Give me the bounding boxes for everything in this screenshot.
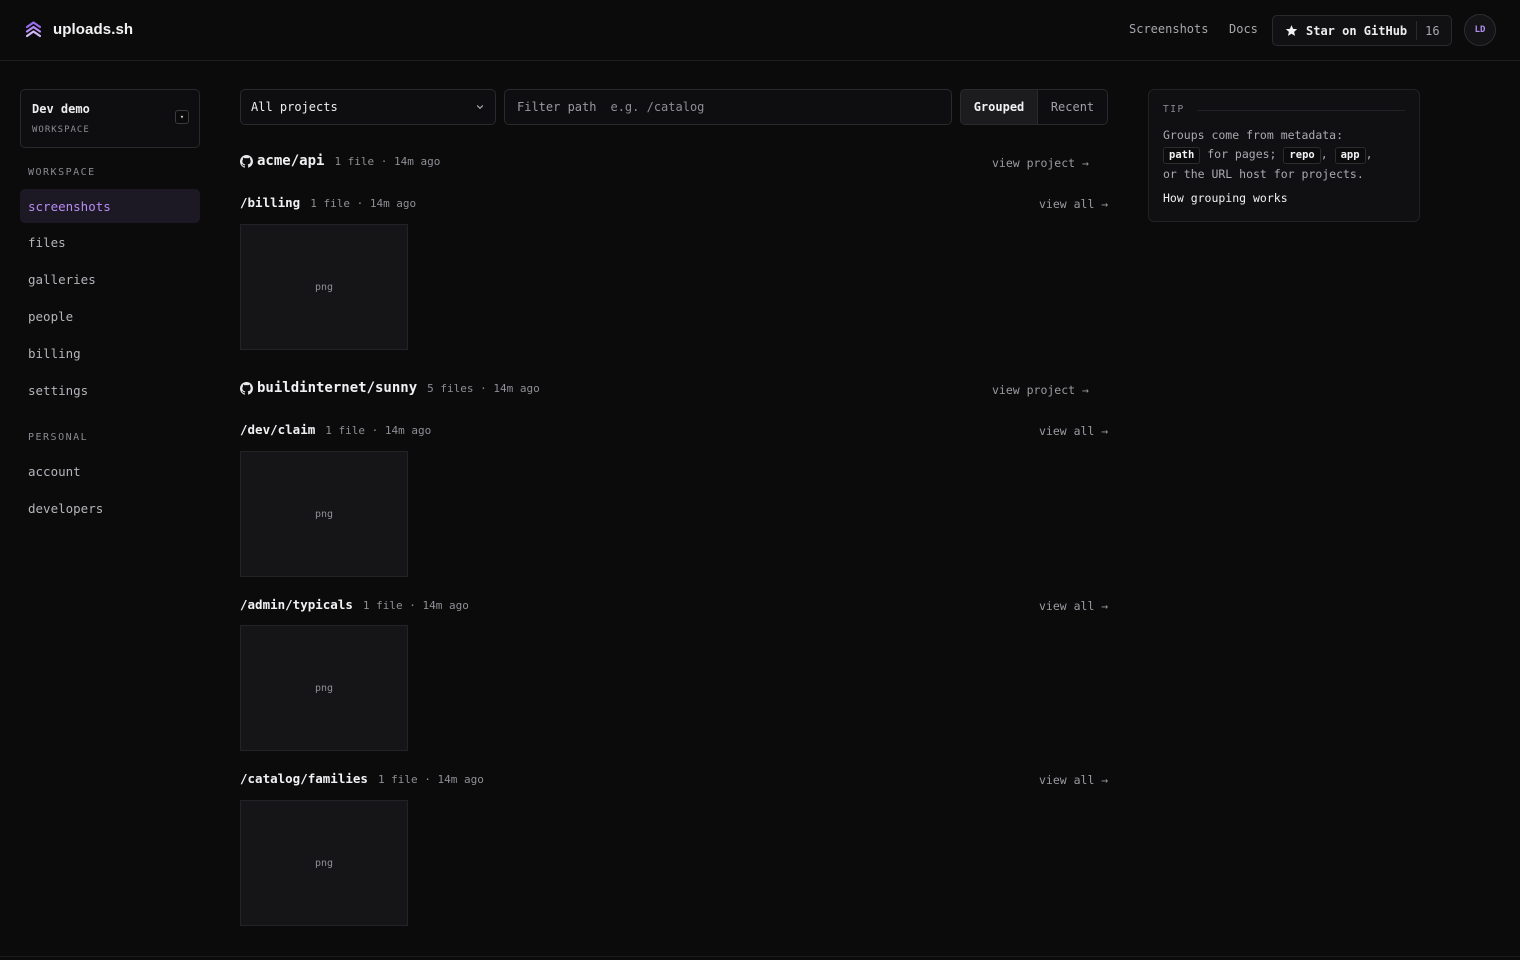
user-avatar[interactable]: LD — [1464, 14, 1496, 46]
view-project-link[interactable]: view project → — [992, 156, 1089, 170]
tip-divider — [1197, 110, 1405, 111]
brand[interactable]: uploads.sh — [24, 19, 133, 39]
workspace-type: WORKSPACE — [32, 125, 90, 135]
filter-path-field[interactable]: Filter path — [504, 89, 952, 125]
nav-screenshots-link[interactable]: Screenshots — [1129, 22, 1208, 36]
screenshot-thumbnail[interactable]: png — [240, 800, 408, 926]
screenshot-thumbnail[interactable]: png — [240, 625, 408, 751]
app-name: uploads.sh — [53, 20, 134, 38]
star-on-github-label: Star on GitHub — [1306, 23, 1408, 38]
view-all-link[interactable]: view all → — [1039, 197, 1108, 211]
workspace-switcher[interactable]: Dev demo WORKSPACE ▾ — [20, 89, 200, 148]
path-name[interactable]: /dev/claim — [240, 422, 315, 437]
tip-text: or the URL host for projects. — [1163, 167, 1364, 181]
view-project-link[interactable]: view project → — [992, 383, 1089, 397]
github-star-count: 16 — [1425, 23, 1440, 38]
path-meta: 1 file · 14m ago — [362, 599, 469, 612]
bottom-divider — [0, 956, 1520, 957]
recent-view-button[interactable]: Recent — [1038, 90, 1107, 124]
path-group-header: /billing 1 file · 14m ago — [240, 195, 416, 210]
view-all-link[interactable]: view all → — [1039, 599, 1108, 613]
star-on-github-button[interactable]: Star on GitHub 16 — [1272, 15, 1452, 46]
tip-comma: , — [1320, 147, 1328, 161]
sidebar-item-developers[interactable]: developers — [20, 491, 200, 525]
chevron-down-icon — [476, 105, 484, 110]
project-select[interactable]: All projects — [240, 89, 496, 125]
sidebar-item-galleries[interactable]: galleries — [20, 262, 200, 296]
grouped-view-button[interactable]: Grouped — [961, 90, 1038, 124]
project-meta: 5 files · 14m ago — [427, 382, 540, 395]
code-repo: repo — [1283, 147, 1321, 164]
path-group-header: /catalog/families 1 file · 14m ago — [240, 771, 484, 786]
project-header: buildinternet/sunny 5 files · 14m ago — [240, 380, 540, 396]
screenshot-thumbnail[interactable]: png — [240, 224, 408, 350]
sidebar-item-people[interactable]: people — [20, 299, 200, 333]
path-meta: 1 file · 14m ago — [325, 424, 432, 437]
sidebar-item-account[interactable]: account — [20, 454, 200, 488]
tip-card: TIP Groups come from metadata: path for … — [1148, 89, 1420, 222]
filter-path-label: Filter path — [517, 100, 597, 114]
top-bar: uploads.sh Screenshots Docs Star on GitH… — [0, 0, 1520, 61]
path-meta: 1 file · 14m ago — [377, 773, 484, 786]
nav-docs-link[interactable]: Docs — [1229, 22, 1258, 36]
view-all-link[interactable]: view all → — [1039, 773, 1108, 787]
sidebar-item-files[interactable]: files — [20, 225, 200, 259]
tip-text: Groups come from metadata: — [1163, 128, 1344, 142]
sidebar-section-personal: PERSONAL — [28, 432, 89, 443]
project-header: acme/api 1 file · 14m ago — [240, 153, 440, 169]
path-name[interactable]: /billing — [240, 195, 300, 210]
project-meta: 1 file · 14m ago — [334, 155, 441, 168]
view-mode-toggle: Grouped Recent — [960, 89, 1108, 125]
tip-text-codes: path for pages; repo, app, — [1163, 147, 1373, 164]
code-path: path — [1163, 147, 1201, 164]
github-icon — [240, 154, 253, 168]
tip-comma: , — [1365, 147, 1373, 161]
star-icon — [1285, 25, 1298, 36]
path-group-header: /admin/typicals 1 file · 14m ago — [240, 597, 469, 612]
path-name[interactable]: /admin/typicals — [240, 597, 353, 612]
how-grouping-works-link[interactable]: How grouping works — [1163, 191, 1288, 205]
screenshot-thumbnail[interactable]: png — [240, 451, 408, 577]
workspace-name: Dev demo — [32, 102, 90, 116]
sidebar-item-settings[interactable]: settings — [20, 373, 200, 407]
view-all-link[interactable]: view all → — [1039, 424, 1108, 438]
github-button-divider — [1416, 21, 1418, 40]
sidebar-item-screenshots[interactable]: screenshots — [20, 189, 200, 223]
path-group-header: /dev/claim 1 file · 14m ago — [240, 422, 431, 437]
filter-path-input[interactable] — [610, 100, 911, 114]
sidebar-section-workspace: WORKSPACE — [28, 167, 96, 178]
path-meta: 1 file · 14m ago — [310, 197, 417, 210]
uploads-logo-icon — [25, 21, 42, 38]
path-name[interactable]: /catalog/families — [240, 771, 368, 786]
tip-title: TIP — [1163, 104, 1185, 115]
tip-text-for-pages: for pages; — [1207, 147, 1277, 161]
chevron-down-icon[interactable]: ▾ — [175, 110, 189, 124]
github-icon — [240, 381, 253, 395]
project-name[interactable]: acme/api — [257, 153, 324, 169]
project-select-value: All projects — [251, 100, 338, 114]
sidebar-item-billing[interactable]: billing — [20, 336, 200, 370]
code-app: app — [1334, 147, 1366, 164]
project-name[interactable]: buildinternet/sunny — [257, 380, 417, 396]
